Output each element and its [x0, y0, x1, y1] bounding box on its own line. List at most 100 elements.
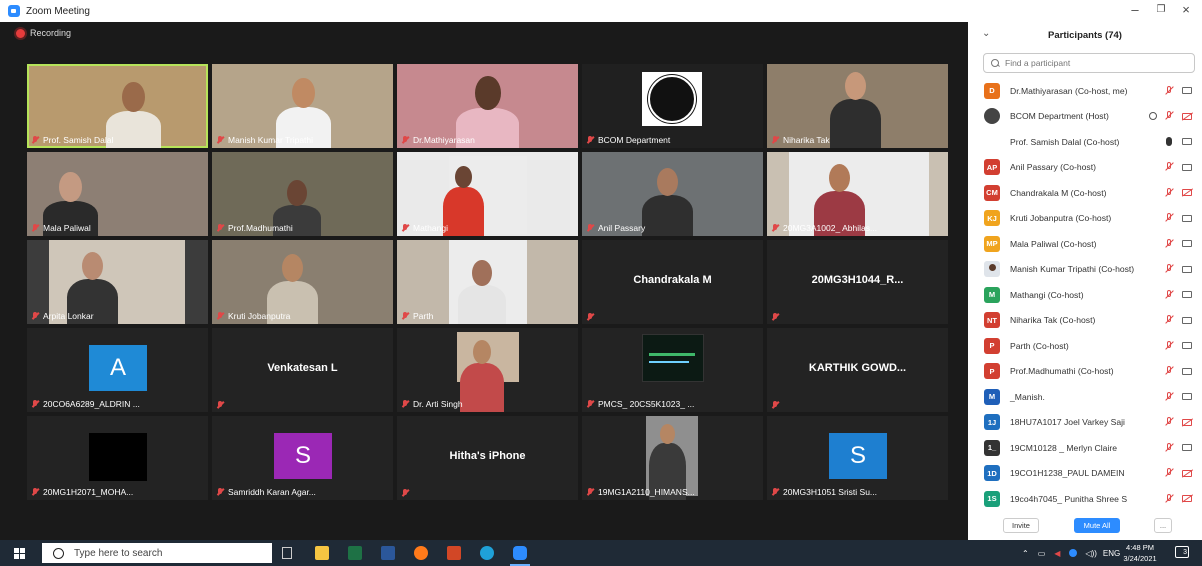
video-tile[interactable]: Chandrakala M	[582, 240, 763, 324]
mic-on-icon[interactable]	[1166, 137, 1172, 147]
video-on-icon[interactable]	[1182, 214, 1192, 222]
close-icon[interactable]: ×	[1176, 2, 1196, 17]
video-on-icon[interactable]	[1182, 87, 1192, 95]
bluetooth-icon[interactable]	[1069, 549, 1078, 557]
video-tile[interactable]: Anil Passary	[582, 152, 763, 236]
mic-muted-icon[interactable]	[1164, 340, 1174, 351]
video-tile[interactable]: Hitha's iPhone	[397, 416, 578, 500]
mic-muted-icon[interactable]	[1164, 162, 1174, 172]
video-tile[interactable]: Prof.Madhumathi	[212, 152, 393, 236]
video-tile[interactable]: PMCS_ 20CS5K1023_ ...	[582, 328, 763, 412]
invite-button[interactable]: Invite	[1003, 518, 1039, 533]
speaker-muted-icon[interactable]: ◀	[1054, 549, 1060, 558]
video-on-icon[interactable]	[1182, 393, 1192, 401]
video-tile[interactable]: 19MG1A2110_HIMANS...	[582, 416, 763, 500]
participant-row[interactable]: NT Niharika Tak (Co-host)	[968, 308, 1202, 334]
video-off-icon[interactable]	[1182, 469, 1192, 477]
zoom-taskbar-icon[interactable]	[513, 546, 527, 560]
video-on-icon[interactable]	[1182, 367, 1192, 375]
task-view-icon[interactable]	[282, 547, 292, 559]
participant-row[interactable]: KJ Kruti Jobanputra (Co-host)	[968, 206, 1202, 232]
participant-row[interactable]: 1_ 19CM10128 _ Merlyn Claire	[968, 435, 1202, 461]
mic-muted-icon[interactable]	[1164, 315, 1174, 325]
excel-icon[interactable]	[348, 546, 362, 560]
participant-row[interactable]: M _Manish.	[968, 384, 1202, 410]
video-tile[interactable]: Parth	[397, 240, 578, 324]
video-on-icon[interactable]	[1182, 444, 1192, 452]
network-icon[interactable]: ▭	[1038, 549, 1046, 558]
video-tile[interactable]: 20MG1H2071_MOHA...	[27, 416, 208, 500]
restore-icon[interactable]: ❐	[1151, 4, 1171, 15]
video-tile[interactable]: Niharika Tak	[767, 64, 948, 148]
video-tile[interactable]: Mala Paliwal	[27, 152, 208, 236]
language-indicator[interactable]: ENG	[1103, 549, 1120, 558]
participant-row[interactable]: M Mathangi (Co-host)	[968, 282, 1202, 308]
word-icon[interactable]	[381, 546, 395, 560]
mic-muted-icon[interactable]	[1164, 85, 1174, 96]
mic-muted-icon[interactable]	[1164, 468, 1174, 478]
chevron-up-icon[interactable]: ⌃	[1022, 549, 1029, 558]
video-tile[interactable]: BCOM Department	[582, 64, 763, 148]
video-tile[interactable]: Mathangi	[397, 152, 578, 236]
video-on-icon[interactable]	[1182, 163, 1192, 171]
participant-row[interactable]: AP Anil Passary (Co-host)	[968, 155, 1202, 181]
video-off-icon[interactable]	[1182, 112, 1192, 120]
video-off-icon[interactable]	[1182, 189, 1192, 197]
video-tile[interactable]: A 20CO6A6289_ALDRIN ...	[27, 328, 208, 412]
video-tile[interactable]: Dr. Arti Singh	[397, 328, 578, 412]
more-button[interactable]: ...	[1154, 518, 1172, 533]
video-tile[interactable]: Kruti Jobanputra	[212, 240, 393, 324]
participant-row[interactable]: P Prof.Madhumathi (Co-host)	[968, 359, 1202, 385]
mic-muted-icon[interactable]	[1164, 366, 1174, 376]
video-tile[interactable]: KARTHIK GOWD...	[767, 328, 948, 412]
clock[interactable]: 4:48 PM 3/24/2021	[1120, 542, 1160, 564]
mic-muted-icon[interactable]	[1164, 493, 1174, 504]
mic-muted-icon[interactable]	[1164, 391, 1174, 402]
mic-muted-icon[interactable]	[1164, 442, 1174, 453]
windows-start-icon[interactable]	[14, 548, 25, 559]
participant-row[interactable]: P Parth (Co-host)	[968, 333, 1202, 359]
video-tile[interactable]: Prof. Samish Dalal	[27, 64, 208, 148]
participant-row[interactable]: Prof. Samish Dalal (Co-host)	[968, 129, 1202, 155]
video-on-icon[interactable]	[1182, 240, 1192, 248]
participant-search[interactable]	[983, 53, 1195, 73]
mic-muted-icon[interactable]	[1164, 111, 1174, 121]
mic-muted-icon[interactable]	[1164, 264, 1174, 274]
firefox-icon[interactable]	[414, 546, 428, 560]
participant-row[interactable]: 1S 19co4h7045_ Punitha Shree S	[968, 486, 1202, 512]
minimize-icon[interactable]: –	[1125, 2, 1145, 17]
mic-muted-icon[interactable]	[1164, 238, 1174, 249]
video-tile[interactable]: 20MG3H1044_R...	[767, 240, 948, 324]
volume-icon[interactable]: ◁))	[1085, 549, 1096, 558]
file-explorer-icon[interactable]	[315, 546, 329, 560]
recording-indicator[interactable]: Recording	[16, 28, 71, 38]
notification-icon[interactable]: 3	[1175, 546, 1189, 558]
video-tile[interactable]: S 20MG3H1051 Sristi Su...	[767, 416, 948, 500]
video-on-icon[interactable]	[1182, 265, 1192, 273]
video-on-icon[interactable]	[1182, 291, 1192, 299]
participant-search-input[interactable]	[1003, 57, 1187, 69]
video-tile[interactable]: Venkatesan L	[212, 328, 393, 412]
edge-icon[interactable]	[480, 546, 494, 560]
participant-row[interactable]: D Dr.Mathiyarasan (Co-host, me)	[968, 78, 1202, 104]
mic-muted-icon[interactable]	[1164, 187, 1174, 198]
mic-muted-icon[interactable]	[1164, 213, 1174, 223]
participant-row[interactable]: BCOM Department (Host)	[968, 104, 1202, 130]
participant-row[interactable]: MP Mala Paliwal (Co-host)	[968, 231, 1202, 257]
participant-row[interactable]: 1D 19CO1H1238_PAUL DAMEIN	[968, 461, 1202, 487]
video-on-icon[interactable]	[1182, 138, 1192, 146]
video-tile[interactable]: 20MG3A1002_ Abhilas...	[767, 152, 948, 236]
participant-row[interactable]: 1J 18HU7A1017 Joel Varkey Saji	[968, 410, 1202, 436]
video-tile[interactable]: Manish Kumar Tripathi	[212, 64, 393, 148]
video-tile[interactable]: Dr.Mathiyarasan	[397, 64, 578, 148]
participant-row[interactable]: CM Chandrakala M (Co-host)	[968, 180, 1202, 206]
taskbar-search[interactable]: Type here to search	[42, 543, 272, 563]
powerpoint-icon[interactable]	[447, 546, 461, 560]
video-on-icon[interactable]	[1182, 316, 1192, 324]
video-tile[interactable]: Arpita Lonkar	[27, 240, 208, 324]
video-tile[interactable]: S Samriddh Karan Agar...	[212, 416, 393, 500]
mute-all-button[interactable]: Mute All	[1074, 518, 1120, 533]
video-off-icon[interactable]	[1182, 495, 1192, 503]
video-on-icon[interactable]	[1182, 342, 1192, 350]
participant-row[interactable]: Manish Kumar Tripathi (Co-host)	[968, 257, 1202, 283]
